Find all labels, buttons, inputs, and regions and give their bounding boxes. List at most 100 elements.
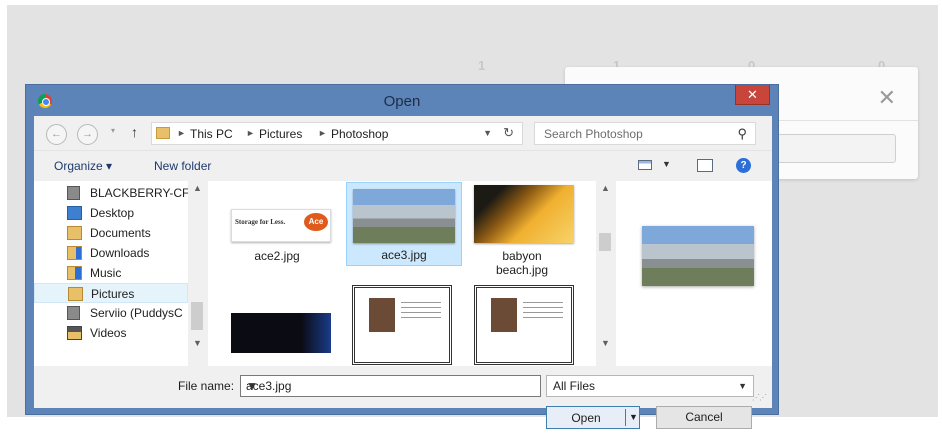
address-bar[interactable]: ► This PC ► Pictures ► Photoshop ▼ ↻	[151, 122, 523, 145]
photo-in-frame	[491, 298, 517, 332]
documents-folder-icon	[67, 226, 82, 240]
divider	[625, 409, 626, 426]
refresh-icon[interactable]: ↻	[503, 125, 514, 141]
scroll-down-arrow-icon[interactable]: ▼	[193, 338, 202, 348]
new-folder-button[interactable]: New folder	[154, 159, 211, 173]
navigation-scrollbar[interactable]: ▲ ▼	[188, 181, 206, 366]
sidebar-item-music[interactable]: Music	[34, 263, 188, 283]
address-row: ← → ▾ ↑ ► This PC ► Pictures ► Photoshop…	[34, 116, 772, 150]
scrollbar-thumb[interactable]	[599, 233, 611, 251]
open-button-label: Open	[571, 411, 601, 425]
dialog-body: ← → ▾ ↑ ► This PC ► Pictures ► Photoshop…	[34, 116, 772, 429]
frame-text-lines	[401, 302, 441, 322]
organize-button[interactable]: Organize ▾	[54, 159, 112, 173]
folder-icon	[156, 127, 170, 139]
file-thumbnail	[474, 285, 574, 365]
chevron-down-icon[interactable]: ▼	[483, 128, 492, 138]
scrollbar-thumb[interactable]	[191, 302, 203, 330]
file-list-pane: Storage for Less. Ace ace2.jpg ace3.jpg …	[208, 181, 614, 366]
back-button[interactable]: ←	[46, 124, 67, 145]
breadcrumb-photoshop[interactable]: Photoshop	[331, 127, 388, 141]
sidebar-item-downloads[interactable]: Downloads	[34, 243, 188, 263]
search-icon[interactable]: ⚲	[737, 126, 747, 142]
sidebar-item-label: Serviio (PuddysC	[90, 306, 183, 320]
file-thumbnail	[231, 313, 331, 353]
up-arrow-icon[interactable]: ↑	[131, 124, 138, 140]
change-view-icon[interactable]	[638, 160, 652, 170]
file-item-ace3[interactable]: ace3.jpg	[346, 182, 462, 266]
file-name-input[interactable]: ace3.jpg ▼	[240, 375, 541, 397]
background-input[interactable]	[761, 134, 896, 163]
sidebar-item-videos[interactable]: Videos	[34, 323, 188, 343]
background-number: 1	[478, 58, 486, 73]
videos-folder-icon	[67, 326, 82, 340]
dialog-title: Open	[383, 93, 421, 110]
chevron-right-icon[interactable]: ►	[177, 128, 186, 138]
preview-pane	[616, 181, 772, 366]
navigation-pane: BLACKBERRY-CF Desktop Documents Download…	[34, 181, 206, 366]
file-name: ace3.jpg	[381, 248, 427, 262]
sidebar-item-label: BLACKBERRY-CF	[90, 186, 190, 200]
close-button[interactable]: ✕	[735, 85, 770, 105]
file-type-select[interactable]: All Files ▼	[546, 375, 754, 397]
sidebar-item-label: Pictures	[91, 287, 135, 301]
open-button[interactable]: Open ▼	[546, 406, 640, 429]
sidebar-item-label: Music	[90, 266, 122, 280]
view-options-dropdown[interactable]: ▼	[662, 159, 671, 169]
file-thumbnail	[353, 189, 455, 243]
resize-grip-icon[interactable]: ⋰⋰	[752, 393, 767, 402]
chevron-right-icon[interactable]: ►	[246, 128, 255, 138]
forward-button[interactable]: →	[77, 124, 98, 145]
sidebar-item-pictures[interactable]: Pictures	[34, 283, 188, 303]
scroll-up-arrow-icon[interactable]: ▲	[601, 183, 610, 193]
breadcrumb-pictures[interactable]: Pictures	[259, 127, 302, 141]
scroll-down-arrow-icon[interactable]: ▼	[601, 338, 610, 348]
cancel-button[interactable]: Cancel	[656, 406, 752, 429]
command-bar: Organize ▾ New folder ▼ ?	[34, 150, 772, 181]
file-name: babyon beach.jpg	[495, 249, 549, 277]
file-list-scrollbar[interactable]: ▲ ▼	[596, 181, 614, 366]
network-drive-icon	[67, 186, 80, 200]
sidebar-item-label: Desktop	[90, 206, 135, 220]
desktop-folder-icon	[67, 206, 82, 220]
background-close-button[interactable]: ✕	[878, 85, 896, 111]
preview-pane-icon[interactable]	[697, 159, 713, 172]
open-file-dialog: Open ✕ ← → ▾ ↑ ► This PC ► Pictures ► Ph…	[25, 84, 779, 429]
file-item-babyon-beach[interactable]: babyon beach.jpg	[464, 183, 580, 277]
downloads-folder-icon	[67, 246, 82, 260]
pictures-folder-icon	[68, 287, 83, 301]
sidebar-item-desktop[interactable]: Desktop	[34, 203, 188, 223]
sidebar-item-blackberry[interactable]: BLACKBERRY-CF	[34, 183, 190, 203]
sidebar-item-label: Videos	[90, 326, 127, 340]
sidebar-item-documents[interactable]: Documents	[34, 223, 188, 243]
file-name: ace2.jpg	[254, 249, 300, 263]
frame-text-lines	[523, 302, 563, 322]
file-item[interactable]	[464, 281, 580, 365]
chevron-down-icon[interactable]: ▼	[738, 381, 747, 391]
preview-image	[642, 226, 754, 286]
photo-in-frame	[369, 298, 395, 332]
open-options-dropdown[interactable]: ▼	[629, 412, 638, 422]
recent-locations-dropdown[interactable]: ▾	[111, 126, 115, 135]
search-input[interactable]: Search Photoshop ⚲	[534, 122, 756, 145]
search-placeholder: Search Photoshop	[544, 127, 643, 141]
music-folder-icon	[67, 266, 82, 280]
breadcrumb-this-pc[interactable]: This PC	[190, 127, 233, 141]
file-item[interactable]	[219, 281, 335, 365]
sidebar-item-serviio[interactable]: Serviio (PuddysC	[34, 303, 188, 323]
title-bar[interactable]: Open ✕	[26, 85, 778, 116]
media-server-icon	[67, 306, 80, 320]
chevron-right-icon[interactable]: ►	[318, 128, 327, 138]
help-icon[interactable]: ?	[736, 158, 751, 173]
file-name-label: File name:	[178, 379, 235, 393]
file-thumbnail: Storage for Less. Ace	[231, 209, 331, 242]
scroll-up-arrow-icon[interactable]: ▲	[193, 183, 202, 193]
ace-logo: Ace	[304, 213, 328, 231]
thumbnail-text: Storage for Less.	[235, 218, 286, 226]
file-type-value: All Files	[553, 379, 596, 393]
file-item-ace2[interactable]: Storage for Less. Ace ace2.jpg	[219, 183, 335, 267]
file-thumbnail	[352, 285, 452, 365]
file-thumbnail	[474, 185, 574, 243]
chevron-down-icon[interactable]: ▼	[246, 379, 534, 393]
file-item[interactable]	[346, 281, 462, 365]
